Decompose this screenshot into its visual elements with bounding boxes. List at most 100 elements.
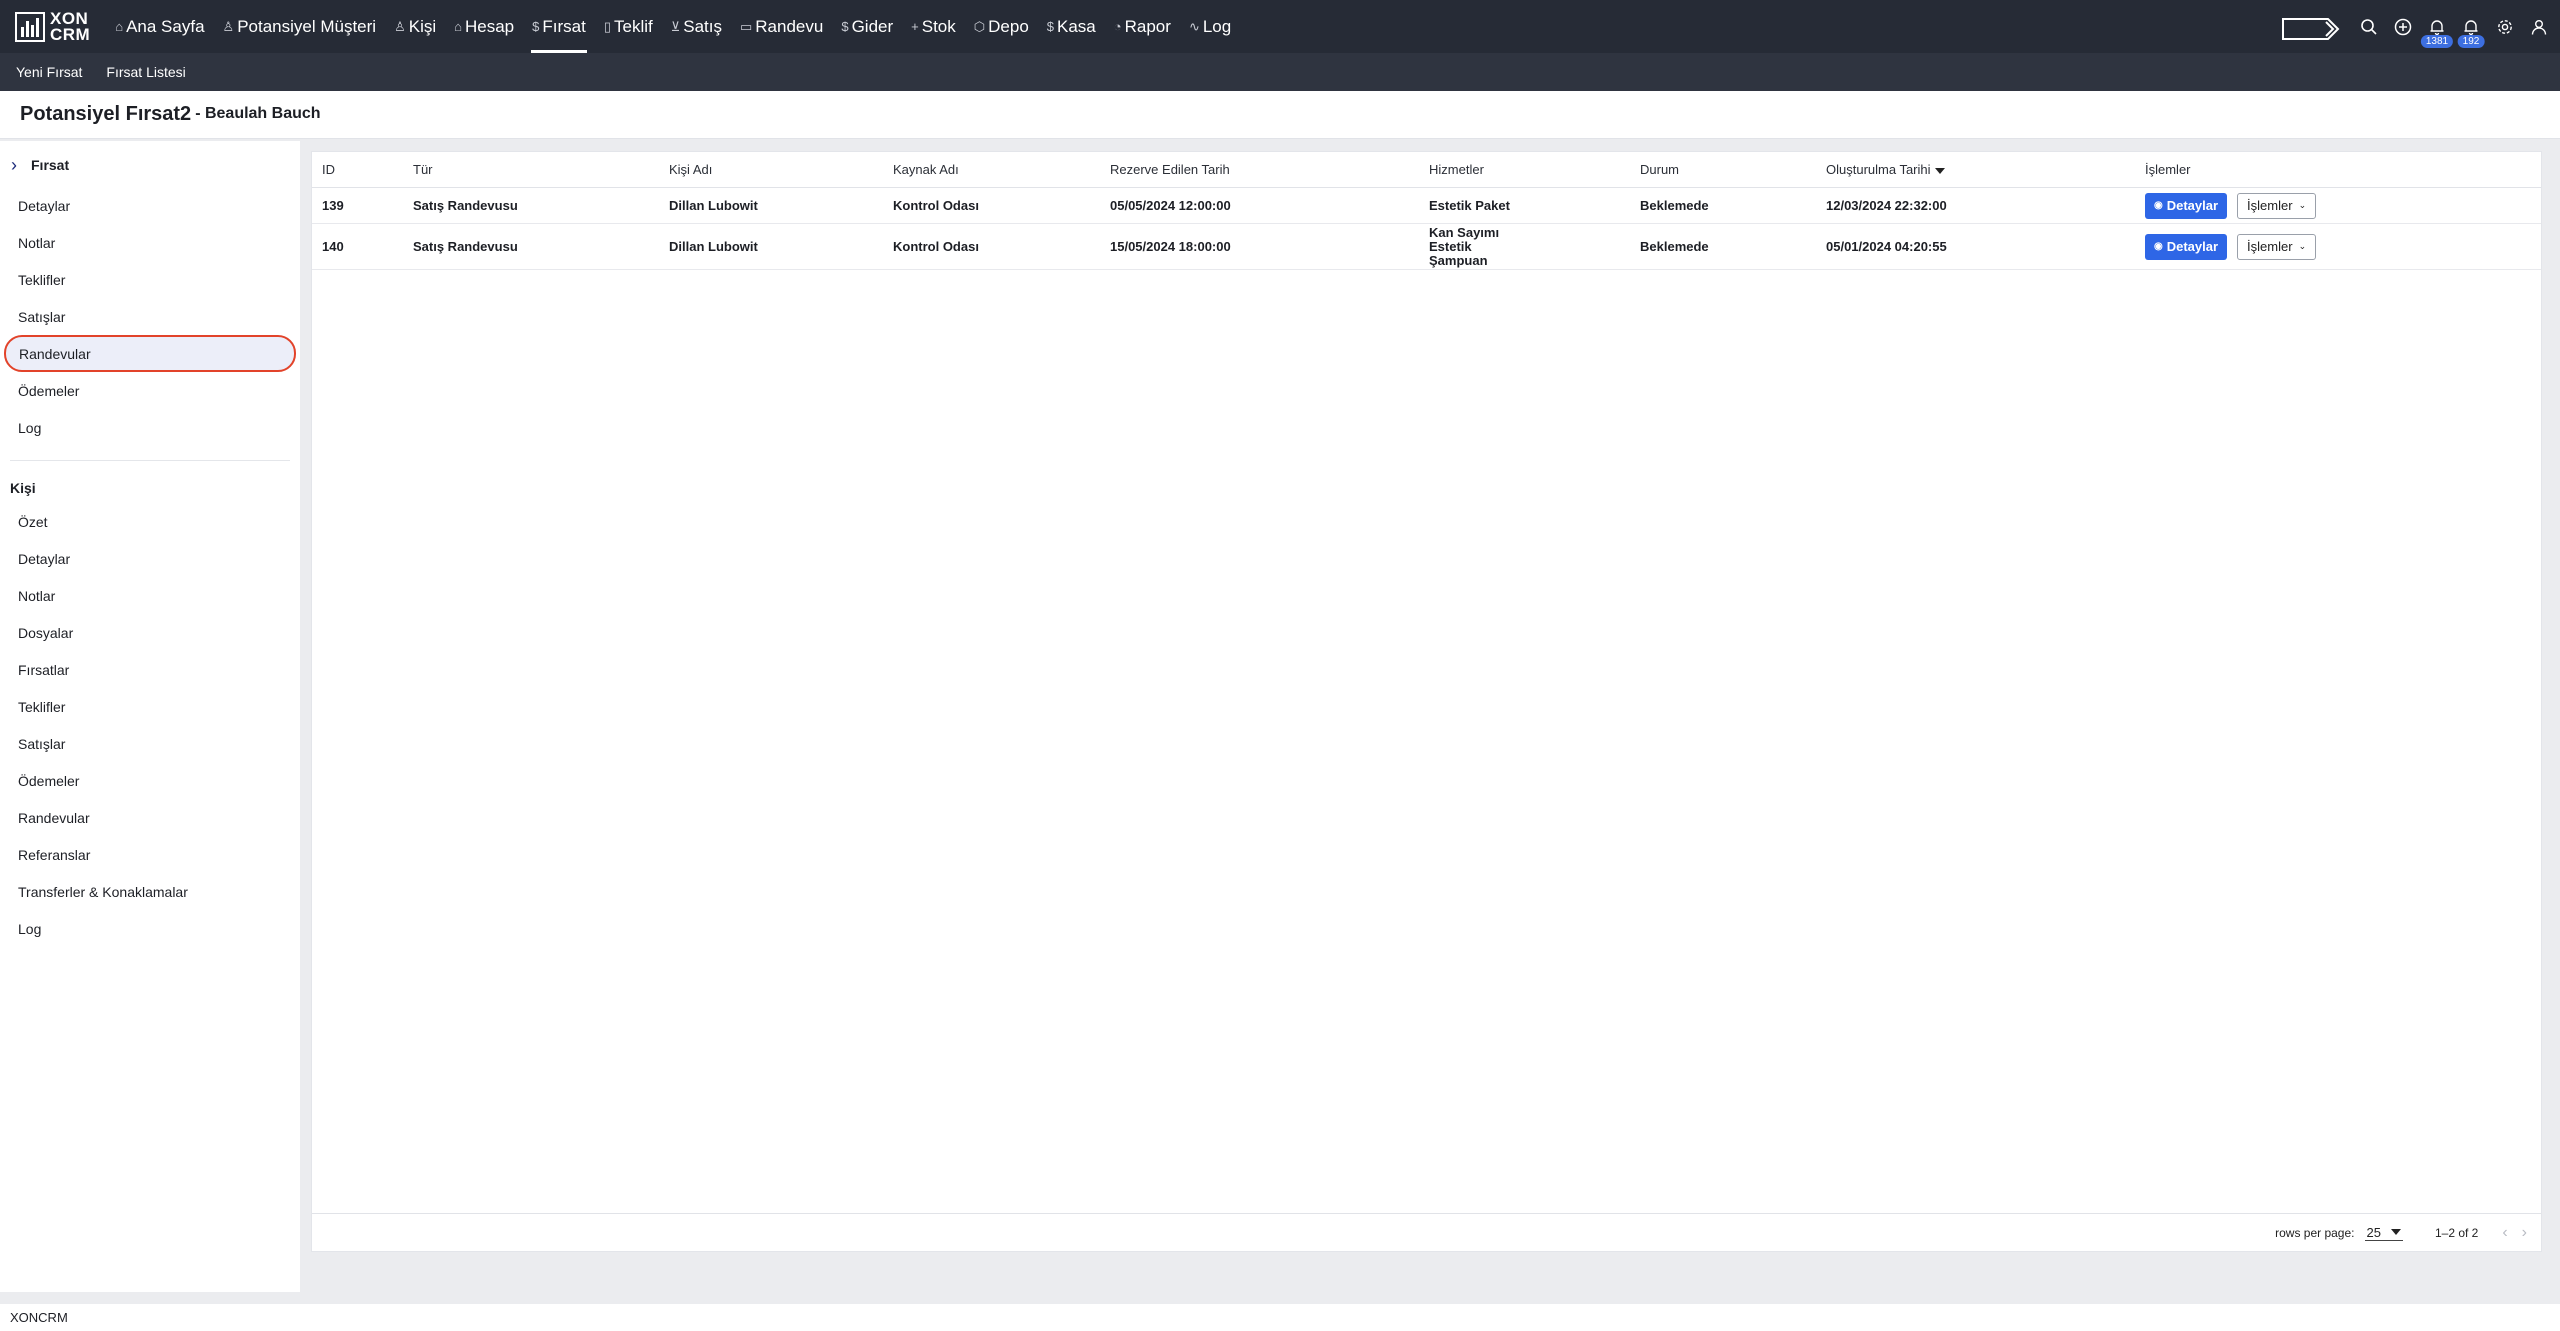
sub-navbar: Yeni Fırsat Fırsat Listesi (0, 53, 2560, 91)
sidebar-section-item-5[interactable]: Teklifler (0, 688, 300, 725)
sidebar-item-6[interactable]: Log (0, 409, 300, 446)
page-subtitle: - Beaulah Bauch (195, 104, 321, 122)
actions-dropdown-button[interactable]: İşlemler ⌄ (2237, 192, 2317, 219)
service-item: Estetik (1429, 238, 1472, 254)
sidebar-item-5[interactable]: Ödemeler (0, 372, 300, 409)
nav-item-label: Kasa (1057, 16, 1096, 36)
prev-page-icon[interactable]: ‹ (2502, 1224, 2507, 1242)
sidebar: › Fırsat Detaylar Notlar Teklifler Satışlar… (0, 141, 300, 1292)
col-source-name[interactable]: Kaynak Adı (883, 152, 1100, 188)
sidebar-section-item-2[interactable]: Notlar (0, 577, 300, 614)
nav-item-home-0[interactable]: ⌂ Ana Sayfa (106, 0, 213, 53)
cell-services: Estetik Paket (1419, 187, 1630, 224)
nav-item-pie-chart-12[interactable]: ◔ Rapor (1105, 0, 1180, 53)
sidebar-item-2[interactable]: Teklifler (0, 261, 300, 298)
table-header-row: ID Tür Kişi Adı Kaynak Adı Rezerve Edile… (312, 152, 2541, 188)
sidebar-section-item-11[interactable]: Log (0, 910, 300, 947)
sidebar-section-item-4[interactable]: Fırsatlar (0, 651, 300, 688)
new-opportunity-link[interactable]: Yeni Fırsat (16, 64, 82, 80)
sidebar-section-item-1[interactable]: Detaylar (0, 540, 300, 577)
sidebar-section-item-8[interactable]: Randevular (0, 799, 300, 836)
activity-icon: ∿ (1188, 18, 1200, 34)
bell-icon[interactable]: 1381 (2420, 0, 2454, 53)
cell-created-date: 05/01/2024 04:20:55 (1816, 223, 2135, 270)
col-person-name[interactable]: Kişi Adı (659, 152, 883, 188)
nav-item-label: Kişi (408, 16, 437, 36)
user-profile-icon[interactable] (2522, 0, 2556, 53)
col-status[interactable]: Durum (1630, 152, 1816, 188)
col-created-date[interactable]: Oluşturulma Tarihi (1816, 152, 2135, 188)
col-id[interactable]: ID (312, 152, 403, 188)
nav-item-users-2[interactable]: ♙ Kişi (385, 0, 445, 53)
sidebar-section-item-7[interactable]: Ödemeler (0, 762, 300, 799)
sidebar-item-3[interactable]: Satışlar (0, 298, 300, 335)
details-button[interactable]: ◉ Detaylar (2145, 233, 2228, 260)
nav-item-activity-13[interactable]: ∿ Log (1180, 0, 1240, 53)
appointments-table: ID Tür Kişi Adı Kaynak Adı Rezerve Edile… (312, 152, 2541, 270)
pie-chart-icon: ◔ (1113, 19, 1122, 34)
bell-icon[interactable]: 192 (2454, 0, 2488, 53)
eye-icon: ◉ (2154, 200, 2163, 211)
sidebar-section-item-3[interactable]: Dosyalar (0, 614, 300, 651)
nav-item-label: Hesap (465, 16, 515, 36)
notification-badge: 192 (2457, 35, 2485, 48)
user-icon: ♙ (222, 18, 235, 34)
page-header: Potansiyel Fırsat2 - Beaulah Bauch (0, 91, 2560, 139)
service-item: Şampuan (1429, 252, 1488, 268)
eye-icon: ◉ (2154, 241, 2163, 252)
nav-item-user-1[interactable]: ♙ Potansiyel Müşteri (214, 0, 386, 53)
cell-services: Kan Sayımı Estetik Şampuan (1419, 223, 1630, 270)
arrow-tag-icon[interactable] (2282, 17, 2340, 40)
service-item: Kan Sayımı (1429, 224, 1500, 240)
nav-item-box-10[interactable]: ⬡ Depo (965, 0, 1038, 53)
main-nav: ⌂ Ana Sayfa ♙ Potansiyel Müşteri ♙ Kişi ⌂ Hesap… (106, 0, 1240, 53)
appointments-panel: ID Tür Kişi Adı Kaynak Adı Rezerve Edile… (311, 151, 2542, 1252)
sidebar-group-items: Detaylar Notlar Teklifler Satışlar Randevula… (0, 187, 300, 446)
sidebar-item-0[interactable]: Detaylar (0, 187, 300, 224)
footer-brand: XONCRM (10, 1310, 68, 1325)
sidebar-divider (10, 460, 290, 461)
plus-icon: + (911, 19, 919, 34)
nav-item-cart-6[interactable]: ⊻ Satış (662, 0, 731, 53)
sidebar-section-item-9[interactable]: Referanslar (0, 836, 300, 873)
pagination-range: 1–2 of 2 (2434, 1225, 2479, 1240)
nav-item-dollar-8[interactable]: $ Gider (832, 0, 902, 53)
nav-item-plus-9[interactable]: + Stok (902, 0, 965, 53)
gear-icon[interactable] (2488, 0, 2522, 53)
details-button[interactable]: ◉ Detaylar (2145, 192, 2228, 219)
nav-item-document-5[interactable]: ▯ Teklif (595, 0, 662, 53)
opportunity-list-link[interactable]: Fırsat Listesi (106, 64, 185, 80)
sidebar-section-item-10[interactable]: Transferler & Konaklamalar (0, 873, 300, 910)
sidebar-item-1[interactable]: Notlar (0, 224, 300, 261)
nav-item-dollar-11[interactable]: $ Kasa (1038, 0, 1105, 53)
nav-item-building-3[interactable]: ⌂ Hesap (445, 0, 523, 53)
search-icon[interactable] (2352, 0, 2386, 53)
logo-text: XON CRM (50, 8, 91, 44)
sidebar-group-firsat[interactable]: › Fırsat (0, 143, 300, 187)
nav-item-calendar-7[interactable]: ▭ Randevu (731, 0, 832, 53)
actions-dropdown-button[interactable]: İşlemler ⌄ (2237, 233, 2317, 260)
col-type[interactable]: Tür (403, 152, 659, 188)
sidebar-group-title: Fırsat (31, 157, 70, 173)
next-page-icon[interactable]: › (2522, 1224, 2527, 1242)
chevron-right-icon: › (11, 154, 17, 175)
col-services[interactable]: Hizmetler (1419, 152, 1630, 188)
home-icon: ⌂ (115, 19, 124, 34)
add-circle-icon[interactable] (2386, 0, 2420, 53)
rows-per-page-select[interactable]: 25 (2364, 1225, 2403, 1241)
nav-item-label: Fırsat (542, 16, 586, 36)
sidebar-item-4[interactable]: Randevular (4, 335, 296, 372)
cell-reserved-date: 15/05/2024 18:00:00 (1100, 223, 1419, 270)
xoncrm-logo[interactable]: XON CRM (15, 8, 91, 44)
dollar-icon: $ (532, 19, 540, 34)
cell-status: Beklemede (1630, 223, 1816, 270)
page-title: Potansiyel Fırsat2 (20, 103, 192, 125)
nav-item-label: Stok (921, 16, 956, 36)
nav-item-dollar-4[interactable]: $ Fırsat (523, 0, 595, 53)
cell-source: Kontrol Odası (883, 223, 1100, 270)
sidebar-section-item-6[interactable]: Satışlar (0, 725, 300, 762)
sidebar-section-item-0[interactable]: Özet (0, 503, 300, 540)
col-reserved-date[interactable]: Rezerve Edilen Tarih (1100, 152, 1419, 188)
nav-item-label: Log (1202, 16, 1232, 36)
cell-reserved-date: 05/05/2024 12:00:00 (1100, 187, 1419, 224)
